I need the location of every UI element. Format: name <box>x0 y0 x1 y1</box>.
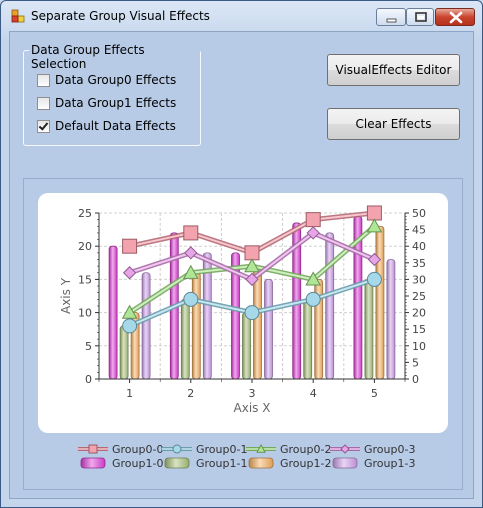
y-tick-label-right: 25 <box>412 290 426 303</box>
bar-group1-3 <box>386 259 396 380</box>
chart-legend: Group0-0 Group0-1 Group0-2 Group0-3 Group1-0… <box>78 443 415 470</box>
legend-bar-swatch <box>332 457 358 469</box>
legend-label: Group0-0 <box>112 443 163 456</box>
data-point-group0-0 <box>305 212 321 228</box>
data-point-group0-2 <box>366 218 383 233</box>
data-point-group0-1 <box>305 291 321 307</box>
y-axis-title: Axis Y <box>59 277 73 314</box>
legend-label: Group1-2 <box>280 457 331 470</box>
data-point-group0-0 <box>244 245 260 261</box>
data-point-group0-1 <box>366 271 382 287</box>
y-tick-label-right: 40 <box>412 240 426 253</box>
data-point-group0-1 <box>122 318 138 334</box>
y-tick-label-left: 5 <box>85 340 92 353</box>
chart-plot: 0510152025051015202530354045501 2 3 4 5Axis … <box>59 205 426 415</box>
bar-group1-2 <box>191 272 201 380</box>
y-tick-label-right: 50 <box>412 207 426 220</box>
main-window: Separate Group Visual Effects Data Group… <box>0 0 483 508</box>
close-button[interactable] <box>435 8 475 26</box>
checkbox-label[interactable]: Data Group0 Effects <box>55 73 176 87</box>
client-area: Data Group Effects Selection Data Group0… <box>9 31 474 499</box>
data-point-group0-3 <box>122 266 137 280</box>
legend-marker <box>172 444 182 454</box>
data-point-group0-1 <box>244 305 260 321</box>
window-title: Separate Group Visual Effects <box>31 9 210 23</box>
legend-marker <box>340 444 350 454</box>
minimize-icon <box>386 18 397 23</box>
bar-group1-1 <box>180 298 190 380</box>
x-tick-label: 1 <box>126 387 133 400</box>
bar-group1-1 <box>364 279 374 380</box>
y-tick-label-right: 45 <box>412 224 426 237</box>
minimize-button[interactable] <box>376 8 406 26</box>
y-tick-label-right: 5 <box>412 356 419 369</box>
bar-group1-3 <box>141 272 151 380</box>
bar-group1-3 <box>325 232 335 380</box>
bar-group1-1 <box>119 325 129 380</box>
legend-bar-swatch <box>248 457 274 469</box>
y-tick-label-right: 0 <box>412 373 419 386</box>
checkbox-label[interactable]: Data Group1 Effects <box>55 96 176 110</box>
title-bar[interactable]: Separate Group Visual Effects <box>1 1 482 31</box>
chart-panel: 0 5 10 15 20 25 0 5 10 15 20 25 30 35 40 45 50 1 2 3 4 5 Axis … <box>23 178 463 490</box>
legend-label: Group1-3 <box>364 457 415 470</box>
x-tick-label: 2 <box>187 387 194 400</box>
maximize-button[interactable] <box>406 8 434 26</box>
checkbox-label[interactable]: Default Data Effects <box>55 119 176 133</box>
data-point-group0-0 <box>183 225 199 241</box>
x-tick-label: 3 <box>249 387 256 400</box>
y-tick-label-right: 30 <box>412 273 426 286</box>
y-tick-label-left: 0 <box>85 373 92 386</box>
legend-marker <box>88 444 98 454</box>
legend-label: Group0-1 <box>196 443 247 456</box>
legend-label: Group0-2 <box>280 443 331 456</box>
checkbox-icon[interactable] <box>37 74 50 87</box>
y-tick-label-right: 10 <box>412 340 426 353</box>
x-axis-title: Axis X <box>234 401 271 415</box>
bar-group1-0 <box>108 245 118 380</box>
y-tick-label-left: 25 <box>78 207 92 220</box>
x-tick-label: 4 <box>310 387 317 400</box>
chart-area: 0 5 10 15 20 25 0 5 10 15 20 25 30 35 40 45 50 1 2 3 4 5 Axis … <box>38 193 448 433</box>
checkbox-icon[interactable] <box>37 97 50 110</box>
y-tick-label-left: 20 <box>78 240 92 253</box>
x-tick-label: 5 <box>371 387 378 400</box>
y-tick-label-right: 15 <box>412 323 426 336</box>
legend-label: Group1-0 <box>112 457 163 470</box>
data-point-group0-0 <box>122 238 138 254</box>
groupbox-title: Data Group Effects Selection <box>29 43 200 71</box>
bar-group1-3 <box>264 279 273 380</box>
close-icon <box>449 11 463 24</box>
y-tick-label-right: 20 <box>412 307 426 320</box>
bar-group1-1 <box>303 298 313 380</box>
app-icon <box>11 9 25 23</box>
visual-effects-editor-button[interactable]: VisualEffects Editor <box>327 54 460 86</box>
bar-group1-1 <box>242 312 251 380</box>
effects-groupbox: Data Group Effects Selection Data Group0… <box>23 43 201 146</box>
checkbox-checked-icon[interactable] <box>37 120 50 133</box>
clear-effects-button[interactable]: Clear Effects <box>327 108 460 140</box>
y-tick-label-left: 10 <box>78 307 92 320</box>
data-point-group0-0 <box>366 205 382 221</box>
maximize-icon <box>415 12 427 22</box>
legend-label: Group1-1 <box>196 457 247 470</box>
data-point-group0-1 <box>183 291 199 307</box>
y-tick-label-left: 15 <box>78 273 92 286</box>
legend-bar-swatch <box>80 457 106 469</box>
bar-group1-2 <box>375 225 385 380</box>
legend-bar-swatch <box>164 457 190 469</box>
y-tick-label-right: 35 <box>412 257 426 270</box>
legend-label: Group0-3 <box>364 443 415 456</box>
